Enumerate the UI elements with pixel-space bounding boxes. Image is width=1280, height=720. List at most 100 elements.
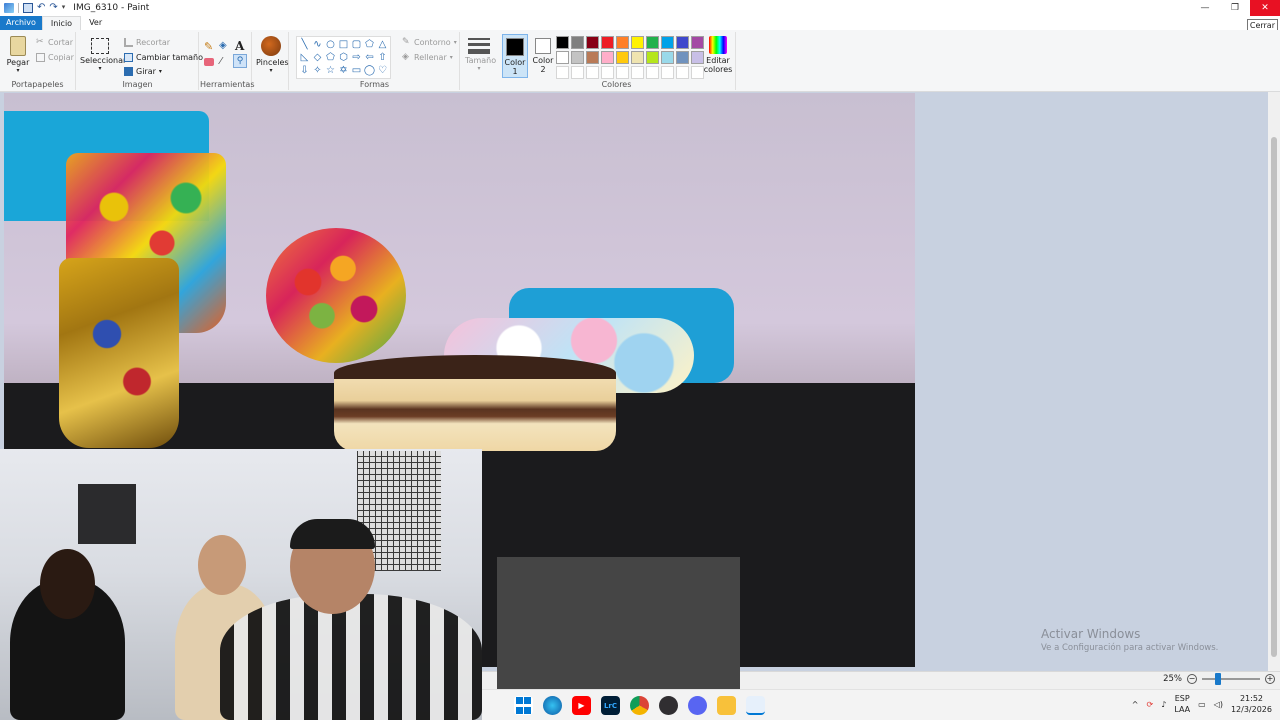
windows-start-icon[interactable] — [514, 696, 533, 715]
obs-icon[interactable] — [659, 696, 678, 715]
palette-swatch[interactable] — [616, 51, 629, 64]
palette-swatch[interactable] — [661, 66, 674, 79]
palette-swatch[interactable] — [646, 51, 659, 64]
palette-swatch[interactable] — [646, 36, 659, 49]
tab-view[interactable]: Ver — [81, 16, 110, 30]
zoom-in-icon[interactable]: + — [1265, 674, 1275, 684]
redo-icon[interactable]: ↷ — [49, 3, 57, 13]
file-explorer-icon[interactable] — [717, 696, 736, 715]
customize-quick-access-icon[interactable]: ▾ — [62, 3, 66, 13]
tab-file[interactable]: Archivo — [0, 16, 42, 30]
color-picker-icon[interactable]: ⁄ — [220, 56, 222, 67]
palette-swatch[interactable] — [601, 36, 614, 49]
hexagon-shape-icon[interactable]: ⬡ — [337, 51, 350, 64]
zoom-out-icon[interactable]: − — [1187, 674, 1197, 684]
microphone-icon[interactable]: ♪ — [1161, 700, 1166, 709]
edit-colors-button[interactable]: Editar colores — [702, 36, 734, 74]
select-button[interactable]: Seleccionar ▾ — [80, 38, 126, 72]
rounded-rectangle-shape-icon[interactable]: ▢ — [350, 38, 363, 51]
chrome-icon[interactable] — [630, 696, 649, 715]
palette-swatch[interactable] — [571, 66, 584, 79]
chevron-up-icon[interactable]: ^ — [1132, 700, 1139, 709]
palette-swatch[interactable] — [646, 66, 659, 79]
youtube-icon[interactable]: ▶ — [572, 696, 591, 715]
arrow-right-shape-icon[interactable]: ⇨ — [350, 51, 363, 64]
save-icon[interactable] — [23, 3, 33, 13]
arrow-down-shape-icon[interactable]: ⇩ — [298, 64, 311, 77]
brushes-button[interactable]: Pinceles ▾ — [256, 36, 289, 74]
magnifier-icon[interactable]: ⚲ — [233, 54, 247, 68]
palette-swatch[interactable] — [556, 36, 569, 49]
palette-swatch[interactable] — [601, 66, 614, 79]
palette-swatch[interactable] — [601, 51, 614, 64]
size-button[interactable]: Tamaño ▾ — [465, 38, 496, 72]
tab-home[interactable]: Inicio — [41, 16, 82, 30]
paint-app-icon[interactable] — [4, 3, 14, 13]
palette-swatch[interactable] — [676, 36, 689, 49]
heart-shape-icon[interactable]: ♡ — [376, 64, 389, 77]
restore-button[interactable]: ❐ — [1220, 0, 1250, 16]
scrollbar-thumb[interactable] — [1271, 137, 1277, 657]
pencil-icon[interactable]: ✎ — [204, 40, 213, 53]
palette-swatch[interactable] — [571, 36, 584, 49]
eraser-icon[interactable] — [204, 58, 214, 66]
diamond-shape-icon[interactable]: ◇ — [311, 51, 324, 64]
palette-swatch[interactable] — [556, 66, 569, 79]
curve-shape-icon[interactable]: ∿ — [311, 38, 324, 51]
minimize-button[interactable]: — — [1190, 0, 1220, 16]
network-icon[interactable]: ▭ — [1198, 700, 1206, 709]
palette-swatch[interactable] — [556, 51, 569, 64]
zoom-slider-thumb[interactable] — [1215, 673, 1221, 685]
star-six-shape-icon[interactable]: ✡ — [337, 64, 350, 77]
palette-swatch[interactable] — [571, 51, 584, 64]
star-five-shape-icon[interactable]: ☆ — [324, 64, 337, 77]
volume-icon[interactable]: ◁) — [1214, 700, 1223, 709]
language-indicator[interactable]: ESP LAA — [1174, 693, 1190, 715]
palette-swatch[interactable] — [676, 51, 689, 64]
fill-bucket-icon[interactable]: ◈ — [219, 40, 227, 51]
polygon-shape-icon[interactable]: ⬠ — [363, 38, 376, 51]
text-icon[interactable]: A — [235, 39, 244, 53]
callout-rect-shape-icon[interactable]: ▭ — [350, 64, 363, 77]
paste-button[interactable]: Pegar ▾ — [6, 36, 30, 74]
color2-button[interactable]: Color 2 — [530, 34, 556, 78]
paint-taskbar-icon[interactable] — [746, 696, 765, 715]
rotate-button[interactable]: Girar ▾ — [124, 67, 162, 76]
line-shape-icon[interactable]: ╲ — [298, 38, 311, 51]
right-triangle-shape-icon[interactable]: ◺ — [298, 51, 311, 64]
sync-icon[interactable]: ⟳ — [1147, 700, 1154, 709]
palette-swatch[interactable] — [676, 66, 689, 79]
color-palette[interactable] — [556, 36, 705, 80]
palette-swatch[interactable] — [586, 66, 599, 79]
copy-button[interactable]: Copiar — [36, 53, 74, 62]
color1-button[interactable]: Color 1 — [502, 34, 528, 78]
palette-swatch[interactable] — [631, 51, 644, 64]
shapes-gallery[interactable]: ╲ ∿ ○ □ ▢ ⬠ △ ◺ ◇ ⬠ ⬡ ⇨ ⇦ ⇧ ⇩ ✧ ☆ ✡ ▭ ◯ … — [296, 36, 391, 79]
pentagon-shape-icon[interactable]: ⬠ — [324, 51, 337, 64]
crop-button[interactable]: Recortar — [124, 38, 170, 47]
clock[interactable]: 21:52 12/3/2026 — [1231, 693, 1272, 715]
lightroom-classic-icon[interactable]: LrC — [601, 696, 620, 715]
close-button[interactable]: ✕ — [1250, 0, 1280, 16]
star-four-shape-icon[interactable]: ✧ — [311, 64, 324, 77]
arrow-left-shape-icon[interactable]: ⇦ — [363, 51, 376, 64]
palette-swatch[interactable] — [631, 66, 644, 79]
rectangle-shape-icon[interactable]: □ — [337, 38, 350, 51]
outline-button[interactable]: ✎ Contorno ▾ — [402, 38, 457, 48]
fill-button[interactable]: ◈ Rellenar ▾ — [402, 53, 453, 63]
palette-swatch[interactable] — [661, 36, 674, 49]
edge-browser-icon[interactable] — [543, 696, 562, 715]
oval-shape-icon[interactable]: ○ — [324, 38, 337, 51]
palette-swatch[interactable] — [616, 36, 629, 49]
callout-oval-shape-icon[interactable]: ◯ — [363, 64, 376, 77]
discord-icon[interactable] — [688, 696, 707, 715]
cut-button[interactable]: ✂ Cortar — [36, 38, 73, 48]
palette-swatch[interactable] — [616, 66, 629, 79]
arrow-up-shape-icon[interactable]: ⇧ — [376, 51, 389, 64]
palette-swatch[interactable] — [586, 51, 599, 64]
vertical-scrollbar[interactable] — [1268, 92, 1280, 671]
triangle-shape-icon[interactable]: △ — [376, 38, 389, 51]
resize-button[interactable]: Cambiar tamaño — [124, 53, 203, 62]
undo-icon[interactable]: ↶ — [37, 3, 45, 13]
zoom-slider[interactable] — [1202, 673, 1260, 685]
